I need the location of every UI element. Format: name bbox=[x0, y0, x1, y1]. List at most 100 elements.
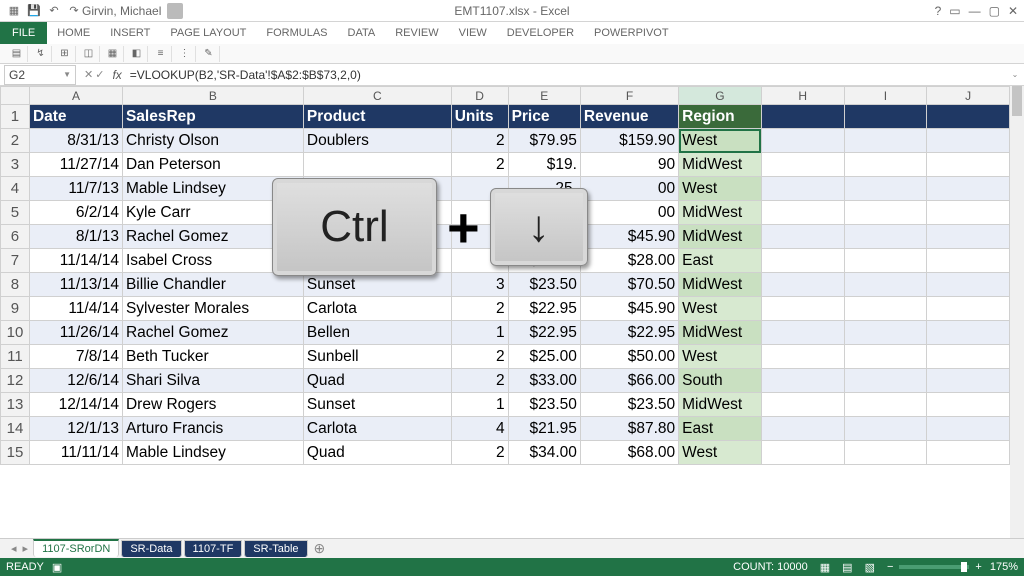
col-header-J[interactable]: J bbox=[927, 87, 1010, 105]
cell-I7[interactable] bbox=[844, 249, 927, 273]
col-header-I[interactable]: I bbox=[844, 87, 927, 105]
header-cell[interactable]: Revenue bbox=[580, 105, 678, 129]
row-header-10[interactable]: 10 bbox=[1, 321, 30, 345]
cell-H13[interactable] bbox=[761, 393, 844, 417]
zoom-in-icon[interactable]: + bbox=[975, 561, 981, 573]
file-tab[interactable]: FILE bbox=[0, 22, 47, 44]
formula-input[interactable] bbox=[126, 68, 1006, 82]
cell-J11[interactable] bbox=[927, 345, 1010, 369]
cell-H5[interactable] bbox=[761, 201, 844, 225]
header-cell[interactable]: Date bbox=[29, 105, 122, 129]
cell-D10[interactable]: 1 bbox=[451, 321, 508, 345]
cell-F15[interactable]: $68.00 bbox=[580, 441, 678, 465]
cell-A10[interactable]: 11/26/14 bbox=[29, 321, 122, 345]
row-header-6[interactable]: 6 bbox=[1, 225, 30, 249]
cell-D7[interactable]: 1 bbox=[451, 249, 508, 273]
cell-G3[interactable]: MidWest bbox=[679, 153, 762, 177]
cell-E14[interactable]: $21.95 bbox=[508, 417, 580, 441]
chevron-down-icon[interactable]: ▼ bbox=[63, 70, 71, 79]
cell-H10[interactable] bbox=[761, 321, 844, 345]
cell-F8[interactable]: $70.50 bbox=[580, 273, 678, 297]
ribbon-tab[interactable]: REVIEW bbox=[385, 22, 448, 44]
cell-I13[interactable] bbox=[844, 393, 927, 417]
header-cell[interactable]: Units bbox=[451, 105, 508, 129]
cell-G2[interactable]: West bbox=[679, 129, 762, 153]
cell-A15[interactable]: 11/11/14 bbox=[29, 441, 122, 465]
row-header-7[interactable]: 7 bbox=[1, 249, 30, 273]
cell-E12[interactable]: $33.00 bbox=[508, 369, 580, 393]
cell-J4[interactable] bbox=[927, 177, 1010, 201]
cell-F14[interactable]: $87.80 bbox=[580, 417, 678, 441]
row-header-15[interactable]: 15 bbox=[1, 441, 30, 465]
col-header-F[interactable]: F bbox=[580, 87, 678, 105]
cell-E10[interactable]: $22.95 bbox=[508, 321, 580, 345]
cell-I8[interactable] bbox=[844, 273, 927, 297]
cell-A14[interactable]: 12/1/13 bbox=[29, 417, 122, 441]
col-header-C[interactable]: C bbox=[303, 87, 451, 105]
cell-C4[interactable] bbox=[303, 177, 451, 201]
cell-G4[interactable]: West bbox=[679, 177, 762, 201]
cell-D4[interactable] bbox=[451, 177, 508, 201]
save-icon[interactable]: 💾 bbox=[26, 3, 42, 19]
cell-C8[interactable]: Sunset bbox=[303, 273, 451, 297]
view-break-icon[interactable]: ▧ bbox=[865, 561, 875, 574]
cell-J14[interactable] bbox=[927, 417, 1010, 441]
cell-D11[interactable]: 2 bbox=[451, 345, 508, 369]
ribbon-tab[interactable]: FORMULAS bbox=[256, 22, 337, 44]
close-icon[interactable]: ✕ bbox=[1008, 4, 1018, 18]
ribbon-tab[interactable]: INSERT bbox=[100, 22, 160, 44]
cell-H4[interactable] bbox=[761, 177, 844, 201]
cell-B10[interactable]: Rachel Gomez bbox=[122, 321, 303, 345]
cell-D15[interactable]: 2 bbox=[451, 441, 508, 465]
cell-C3[interactable] bbox=[303, 153, 451, 177]
sheet-tab[interactable]: SR-Data bbox=[121, 540, 181, 557]
cell-G5[interactable]: MidWest bbox=[679, 201, 762, 225]
user-area[interactable]: Girvin, Michael bbox=[82, 3, 183, 19]
zoom-slider[interactable] bbox=[899, 565, 969, 569]
cell-A6[interactable]: 8/1/13 bbox=[29, 225, 122, 249]
cell-F3[interactable]: 90 bbox=[580, 153, 678, 177]
col-header-E[interactable]: E bbox=[508, 87, 580, 105]
cell-J13[interactable] bbox=[927, 393, 1010, 417]
enter-icon[interactable]: ✓ bbox=[95, 68, 104, 81]
cell-E9[interactable]: $22.95 bbox=[508, 297, 580, 321]
cell-H12[interactable] bbox=[761, 369, 844, 393]
row-header-2[interactable]: 2 bbox=[1, 129, 30, 153]
cell-A3[interactable]: 11/27/14 bbox=[29, 153, 122, 177]
cell-C2[interactable]: Doublers bbox=[303, 129, 451, 153]
sheet-nav-prev[interactable]: ◂ bbox=[8, 542, 20, 555]
row-header-4[interactable]: 4 bbox=[1, 177, 30, 201]
cell-C14[interactable]: Carlota bbox=[303, 417, 451, 441]
view-normal-icon[interactable]: ▦ bbox=[820, 561, 830, 574]
cell-C9[interactable]: Carlota bbox=[303, 297, 451, 321]
row-header-11[interactable]: 11 bbox=[1, 345, 30, 369]
cell-H14[interactable] bbox=[761, 417, 844, 441]
cell-I4[interactable] bbox=[844, 177, 927, 201]
cancel-icon[interactable]: ✕ bbox=[84, 68, 93, 81]
cell-D13[interactable]: 1 bbox=[451, 393, 508, 417]
ribbon-tab[interactable]: POWERPIVOT bbox=[584, 22, 679, 44]
fx-icon[interactable]: fx bbox=[112, 68, 121, 82]
cell-J9[interactable] bbox=[927, 297, 1010, 321]
row-header-12[interactable]: 12 bbox=[1, 369, 30, 393]
cell-F11[interactable]: $50.00 bbox=[580, 345, 678, 369]
cell-G15[interactable]: West bbox=[679, 441, 762, 465]
tool-icon[interactable]: ▤ bbox=[6, 46, 28, 62]
ribbon-tab[interactable]: DATA bbox=[338, 22, 386, 44]
cell-I15[interactable] bbox=[844, 441, 927, 465]
cell-E4[interactable]: 25. bbox=[508, 177, 580, 201]
cell-I9[interactable] bbox=[844, 297, 927, 321]
tool-icon[interactable]: ◧ bbox=[126, 46, 148, 62]
header-cell[interactable]: SalesRep bbox=[122, 105, 303, 129]
cell-G7[interactable]: East bbox=[679, 249, 762, 273]
cell-F9[interactable]: $45.90 bbox=[580, 297, 678, 321]
sheet-tab[interactable]: 1107-SRorDN bbox=[33, 539, 119, 557]
cell-B14[interactable]: Arturo Francis bbox=[122, 417, 303, 441]
tool-icon[interactable]: ▦ bbox=[102, 46, 124, 62]
cell-F6[interactable]: $45.90 bbox=[580, 225, 678, 249]
cell-H2[interactable] bbox=[761, 129, 844, 153]
header-cell[interactable] bbox=[927, 105, 1010, 129]
cell-C11[interactable]: Sunbell bbox=[303, 345, 451, 369]
cell-C15[interactable]: Quad bbox=[303, 441, 451, 465]
cell-H3[interactable] bbox=[761, 153, 844, 177]
